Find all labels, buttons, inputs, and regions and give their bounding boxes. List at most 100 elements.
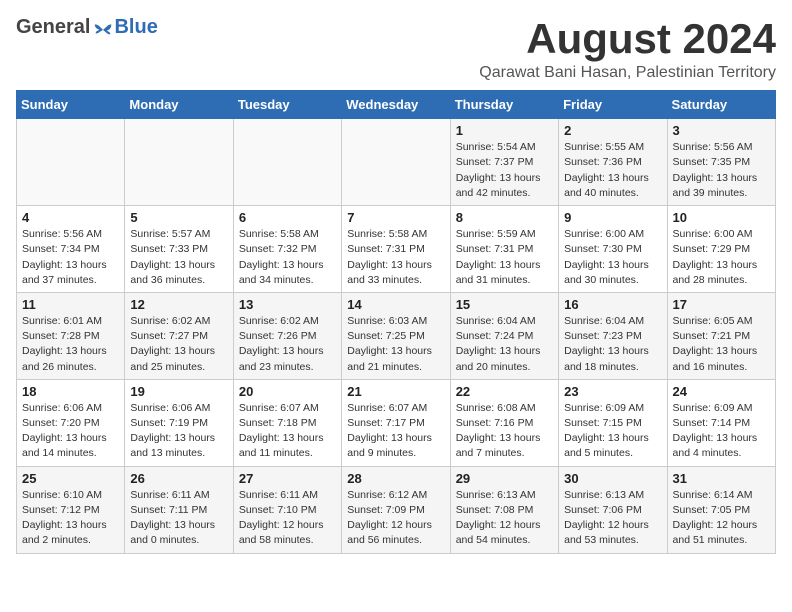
weekday-header-wednesday: Wednesday — [342, 91, 450, 119]
calendar-cell: 25 Sunrise: 6:10 AM Sunset: 7:12 PM Dayli… — [17, 466, 125, 553]
calendar-cell: 1Sunrise: 5:54 AM Sunset: 7:37 PM Daylig… — [450, 119, 558, 206]
day-info: Sunrise: 6:08 AM Sunset: 7:16 PM Dayligh… — [456, 401, 553, 462]
day-info: Sunrise: 6:05 AM Sunset: 7:21 PM Dayligh… — [673, 314, 770, 375]
day-info: Sunrise: 6:04 AM Sunset: 7:24 PM Dayligh… — [456, 314, 553, 375]
calendar-cell — [233, 119, 341, 206]
day-info: Sunrise: 6:07 AM Sunset: 7:18 PM Dayligh… — [239, 401, 336, 462]
calendar-cell: 12 Sunrise: 6:02 AM Sunset: 7:27 PM Dayli… — [125, 292, 233, 379]
day-info: Sunrise: 6:00 AM Sunset: 7:30 PM Dayligh… — [564, 227, 661, 288]
day-number: 9 — [564, 210, 661, 225]
day-info: Sunrise: 6:09 AM Sunset: 7:15 PM Dayligh… — [564, 401, 661, 462]
day-number: 16 — [564, 297, 661, 312]
calendar-cell — [17, 119, 125, 206]
day-info: Sunrise: 6:02 AM Sunset: 7:27 PM Dayligh… — [130, 314, 227, 375]
calendar-cell: 29 Sunrise: 6:13 AM Sunset: 7:08 PM Dayli… — [450, 466, 558, 553]
weekday-header-row: SundayMondayTuesdayWednesdayThursdayFrid… — [17, 91, 776, 119]
day-info: Sunrise: 6:10 AM Sunset: 7:12 PM Dayligh… — [22, 488, 119, 549]
day-number: 3 — [673, 123, 770, 138]
day-info: Sunrise: 6:00 AM Sunset: 7:29 PM Dayligh… — [673, 227, 770, 288]
day-number: 15 — [456, 297, 553, 312]
day-number: 21 — [347, 384, 444, 399]
day-info: Sunrise: 5:55 AM Sunset: 7:36 PM Dayligh… — [564, 140, 661, 201]
day-info: Sunrise: 6:06 AM Sunset: 7:19 PM Dayligh… — [130, 401, 227, 462]
day-number: 28 — [347, 471, 444, 486]
day-number: 8 — [456, 210, 553, 225]
calendar-week-1: 1Sunrise: 5:54 AM Sunset: 7:37 PM Daylig… — [17, 119, 776, 206]
location: Qarawat Bani Hasan, Palestinian Territor… — [479, 64, 776, 82]
calendar-week-3: 11 Sunrise: 6:01 AM Sunset: 7:28 PM Dayli… — [17, 292, 776, 379]
calendar-cell: 14Sunrise: 6:03 AM Sunset: 7:25 PM Dayli… — [342, 292, 450, 379]
weekday-header-friday: Friday — [559, 91, 667, 119]
calendar-cell: 27Sunrise: 6:11 AM Sunset: 7:10 PM Dayli… — [233, 466, 341, 553]
calendar-cell: 21 Sunrise: 6:07 AM Sunset: 7:17 PM Dayli… — [342, 379, 450, 466]
calendar-table: SundayMondayTuesdayWednesdayThursdayFrid… — [16, 90, 776, 553]
calendar-cell — [125, 119, 233, 206]
calendar-week-2: 4 Sunrise: 5:56 AM Sunset: 7:34 PM Daylig… — [17, 206, 776, 293]
day-info: Sunrise: 5:58 AM Sunset: 7:31 PM Dayligh… — [347, 227, 444, 288]
day-number: 25 — [22, 471, 119, 486]
weekday-header-sunday: Sunday — [17, 91, 125, 119]
day-number: 12 — [130, 297, 227, 312]
day-info: Sunrise: 6:11 AM Sunset: 7:10 PM Dayligh… — [239, 488, 336, 549]
day-number: 23 — [564, 384, 661, 399]
day-info: Sunrise: 6:09 AM Sunset: 7:14 PM Dayligh… — [673, 401, 770, 462]
day-info: Sunrise: 6:14 AM Sunset: 7:05 PM Dayligh… — [673, 488, 770, 549]
day-info: Sunrise: 6:13 AM Sunset: 7:06 PM Dayligh… — [564, 488, 661, 549]
day-info: Sunrise: 5:56 AM Sunset: 7:35 PM Dayligh… — [673, 140, 770, 201]
day-number: 7 — [347, 210, 444, 225]
day-info: Sunrise: 5:56 AM Sunset: 7:34 PM Dayligh… — [22, 227, 119, 288]
calendar-week-5: 25 Sunrise: 6:10 AM Sunset: 7:12 PM Dayli… — [17, 466, 776, 553]
calendar-week-4: 18 Sunrise: 6:06 AM Sunset: 7:20 PM Dayli… — [17, 379, 776, 466]
logo-blue: Blue — [114, 16, 157, 39]
calendar-cell: 10 Sunrise: 6:00 AM Sunset: 7:29 PM Dayli… — [667, 206, 775, 293]
calendar-cell: 2 Sunrise: 5:55 AM Sunset: 7:36 PM Daylig… — [559, 119, 667, 206]
day-number: 20 — [239, 384, 336, 399]
calendar-cell: 17Sunrise: 6:05 AM Sunset: 7:21 PM Dayli… — [667, 292, 775, 379]
day-number: 4 — [22, 210, 119, 225]
day-info: Sunrise: 6:01 AM Sunset: 7:28 PM Dayligh… — [22, 314, 119, 375]
weekday-header-thursday: Thursday — [450, 91, 558, 119]
day-info: Sunrise: 6:04 AM Sunset: 7:23 PM Dayligh… — [564, 314, 661, 375]
calendar-cell: 3 Sunrise: 5:56 AM Sunset: 7:35 PM Daylig… — [667, 119, 775, 206]
calendar-cell: 13 Sunrise: 6:02 AM Sunset: 7:26 PM Dayli… — [233, 292, 341, 379]
day-info: Sunrise: 6:13 AM Sunset: 7:08 PM Dayligh… — [456, 488, 553, 549]
day-number: 5 — [130, 210, 227, 225]
day-number: 2 — [564, 123, 661, 138]
day-number: 29 — [456, 471, 553, 486]
calendar-cell: 31 Sunrise: 6:14 AM Sunset: 7:05 PM Dayli… — [667, 466, 775, 553]
weekday-header-monday: Monday — [125, 91, 233, 119]
calendar-cell: 30 Sunrise: 6:13 AM Sunset: 7:06 PM Dayli… — [559, 466, 667, 553]
calendar-cell: 6Sunrise: 5:58 AM Sunset: 7:32 PM Daylig… — [233, 206, 341, 293]
day-number: 10 — [673, 210, 770, 225]
logo-general: General — [16, 16, 90, 39]
day-number: 18 — [22, 384, 119, 399]
weekday-header-tuesday: Tuesday — [233, 91, 341, 119]
weekday-header-saturday: Saturday — [667, 91, 775, 119]
calendar-cell: 23 Sunrise: 6:09 AM Sunset: 7:15 PM Dayli… — [559, 379, 667, 466]
day-number: 13 — [239, 297, 336, 312]
day-number: 30 — [564, 471, 661, 486]
page-header: General Blue August 2024 Qarawat Bani Ha… — [16, 16, 776, 82]
day-number: 31 — [673, 471, 770, 486]
calendar-cell: 22 Sunrise: 6:08 AM Sunset: 7:16 PM Dayli… — [450, 379, 558, 466]
calendar-cell: 26Sunrise: 6:11 AM Sunset: 7:11 PM Dayli… — [125, 466, 233, 553]
title-block: August 2024 Qarawat Bani Hasan, Palestin… — [479, 16, 776, 82]
day-number: 14 — [347, 297, 444, 312]
day-info: Sunrise: 6:02 AM Sunset: 7:26 PM Dayligh… — [239, 314, 336, 375]
calendar-cell: 9 Sunrise: 6:00 AM Sunset: 7:30 PM Daylig… — [559, 206, 667, 293]
day-info: Sunrise: 5:54 AM Sunset: 7:37 PM Dayligh… — [456, 140, 553, 201]
calendar-cell: 8Sunrise: 5:59 AM Sunset: 7:31 PM Daylig… — [450, 206, 558, 293]
calendar-cell: 15 Sunrise: 6:04 AM Sunset: 7:24 PM Dayli… — [450, 292, 558, 379]
day-number: 11 — [22, 297, 119, 312]
day-info: Sunrise: 5:58 AM Sunset: 7:32 PM Dayligh… — [239, 227, 336, 288]
calendar-cell: 24Sunrise: 6:09 AM Sunset: 7:14 PM Dayli… — [667, 379, 775, 466]
day-info: Sunrise: 5:57 AM Sunset: 7:33 PM Dayligh… — [130, 227, 227, 288]
calendar-cell: 11 Sunrise: 6:01 AM Sunset: 7:28 PM Dayli… — [17, 292, 125, 379]
calendar-cell: 7 Sunrise: 5:58 AM Sunset: 7:31 PM Daylig… — [342, 206, 450, 293]
day-info: Sunrise: 6:11 AM Sunset: 7:11 PM Dayligh… — [130, 488, 227, 549]
day-info: Sunrise: 6:06 AM Sunset: 7:20 PM Dayligh… — [22, 401, 119, 462]
day-info: Sunrise: 6:12 AM Sunset: 7:09 PM Dayligh… — [347, 488, 444, 549]
calendar-cell — [342, 119, 450, 206]
day-info: Sunrise: 6:07 AM Sunset: 7:17 PM Dayligh… — [347, 401, 444, 462]
day-number: 22 — [456, 384, 553, 399]
